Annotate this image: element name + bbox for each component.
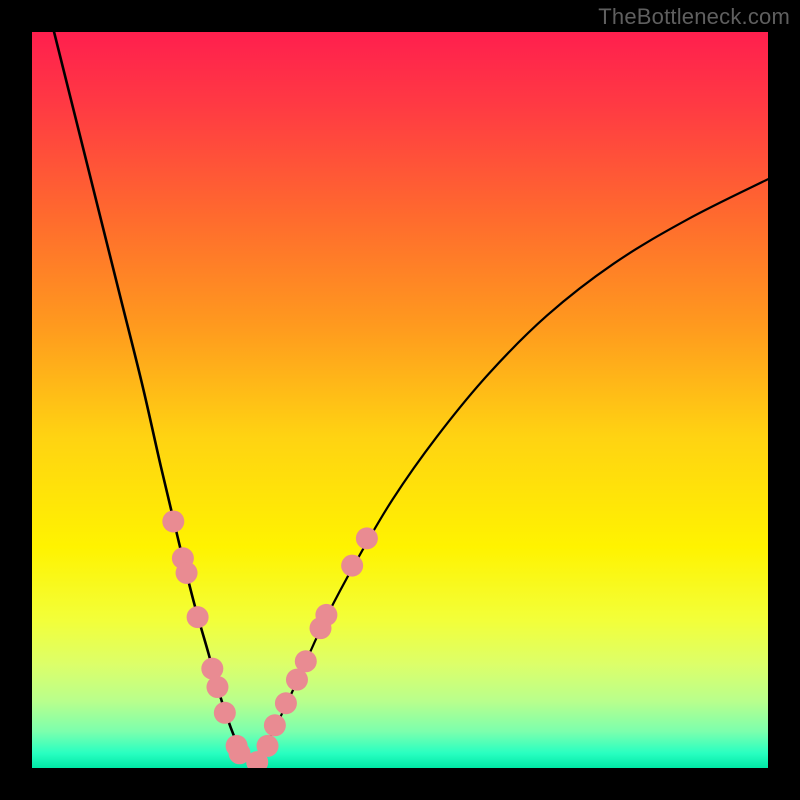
marker-dot: [162, 510, 184, 532]
marker-dot: [356, 527, 378, 549]
marker-dot: [206, 676, 228, 698]
marker-dot: [315, 604, 337, 626]
marker-dot: [187, 606, 209, 628]
marker-dot: [295, 650, 317, 672]
marker-dot: [275, 692, 297, 714]
marker-dot: [341, 555, 363, 577]
curve-right-branch: [253, 179, 768, 768]
frame: TheBottleneck.com: [0, 0, 800, 800]
marker-dot: [257, 735, 279, 757]
chart-svg: [32, 32, 768, 768]
marker-dot: [264, 714, 286, 736]
marker-dot: [176, 562, 198, 584]
plot-area: [32, 32, 768, 768]
curve-left-branch: [54, 32, 253, 768]
watermark-text: TheBottleneck.com: [598, 4, 790, 30]
curve-group: [54, 32, 768, 768]
marker-dot: [214, 702, 236, 724]
marker-group: [162, 510, 378, 768]
